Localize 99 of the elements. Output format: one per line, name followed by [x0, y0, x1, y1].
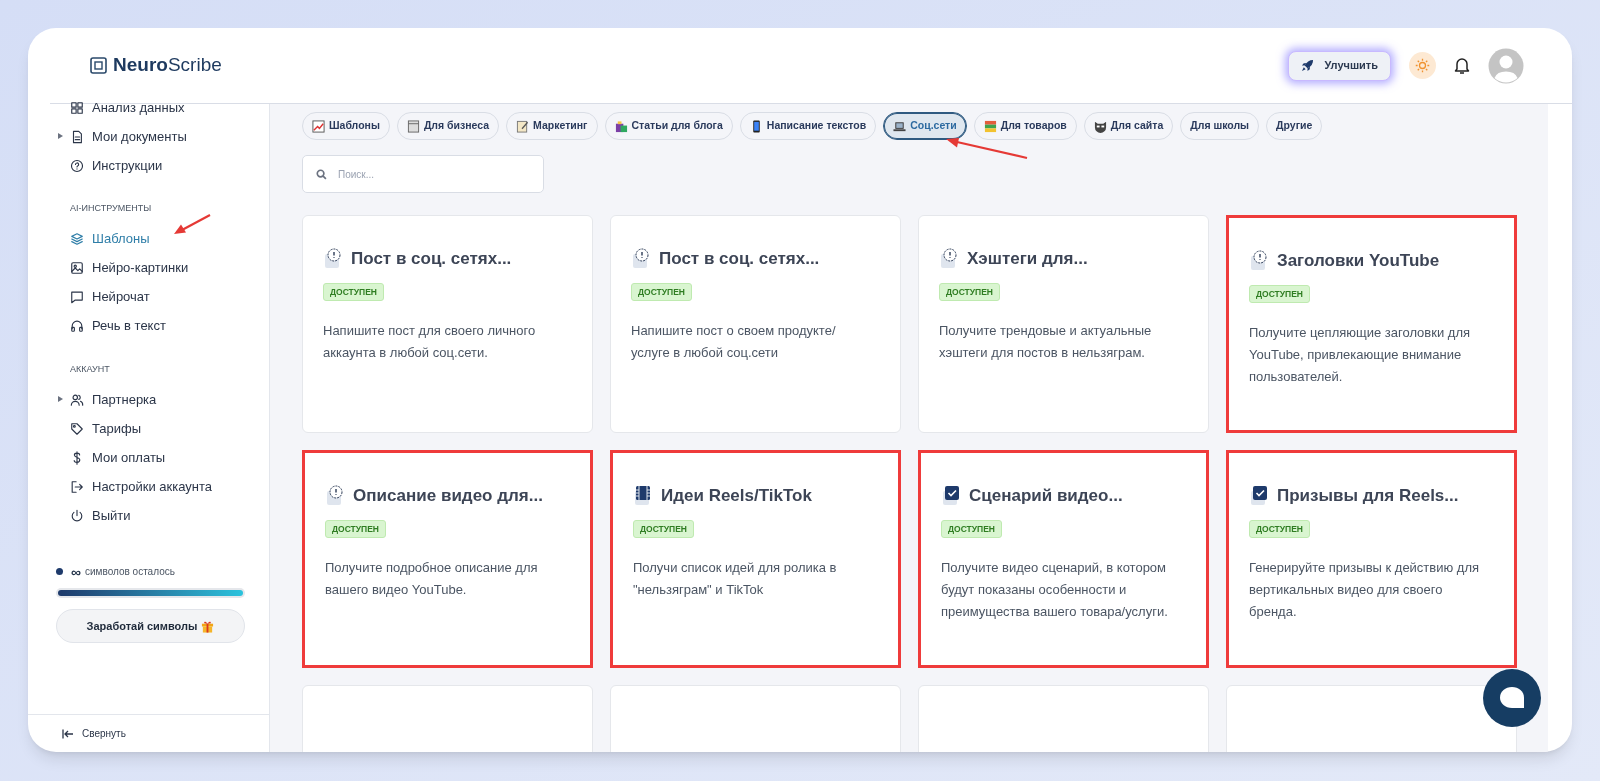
help-icon	[70, 158, 84, 173]
logo-icon	[90, 57, 107, 74]
card-title: Призывы для Reels...	[1277, 485, 1459, 507]
section-title: АККАУНТ	[69, 362, 110, 376]
sidebar-item[interactable]: Речь в текст	[68, 311, 251, 341]
category-tab[interactable]: Написание текстов	[739, 112, 877, 140]
memo-icon	[516, 119, 530, 133]
card-title: Хэштеги для...	[967, 248, 1088, 270]
card-description: Получите подробное описание для вашего видео YouTube.	[325, 558, 539, 599]
search-icon	[316, 169, 327, 180]
card-description: Напишите пост для своего личного аккаунта в любой соц.сети.	[323, 321, 537, 362]
status-badge: ДОСТУПЕН	[323, 282, 384, 302]
template-card[interactable]: Хэштеги для... ДОСТУПЕН Получите трендовые и актуальные хэштеги для постов в нельзяграм.	[918, 215, 1209, 433]
template-card[interactable]: Идеи Reels/TikTok ДОСТУПЕН Получи список идей для ролика в "нельзяграм" и TikTok	[610, 450, 901, 668]
category-tab[interactable]: Маркетинг	[506, 112, 598, 140]
tag-icon	[70, 421, 84, 436]
rocket-icon	[1301, 59, 1315, 72]
sidebar-item[interactable]: Мои оплаты	[68, 443, 251, 472]
alert-note-icon	[323, 248, 343, 270]
symbols-label: символов осталось	[85, 565, 175, 579]
status-badge: ДОСТУПЕН	[1249, 519, 1310, 539]
calendar-icon	[406, 119, 420, 133]
status-badge: ДОСТУПЕН	[633, 519, 694, 539]
category-tab[interactable]: Для школы	[1180, 112, 1260, 140]
image-icon	[70, 261, 84, 275]
category-tab[interactable]: Другие	[1266, 112, 1323, 140]
chat-bubble-icon	[1499, 686, 1525, 710]
search-field[interactable]: Поиск...	[302, 155, 544, 193]
card-title: Заголовки YouTube	[1277, 250, 1440, 272]
mask-icon	[1093, 119, 1107, 133]
card-title: Пост в соц. сетях...	[351, 248, 512, 270]
status-badge: ДОСТУПЕН	[325, 519, 386, 539]
alert-note-icon	[1249, 250, 1269, 272]
upgrade-button[interactable]: Улучшить	[1288, 50, 1391, 81]
category-tab[interactable]: Соц.сети	[883, 112, 967, 140]
status-badge: ДОСТУПЕН	[1249, 284, 1310, 304]
sidebar-item[interactable]: Тарифы	[68, 414, 251, 443]
alert-note-icon	[939, 248, 959, 270]
sidebar-item[interactable]: Партнерка	[68, 385, 251, 414]
books-icon	[983, 119, 997, 133]
category-tab[interactable]: Статьи для блога	[604, 112, 733, 140]
category-tab[interactable]: Для товаров	[973, 112, 1077, 140]
film-icon	[633, 485, 653, 507]
headphones-icon	[70, 319, 84, 333]
logo-text: NeuroScribe	[113, 53, 222, 78]
template-card[interactable]: Описание видео для... ДОСТУПЕН Получите подробное описание для вашего видео YouTube.	[302, 450, 593, 668]
status-badge: ДОСТУПЕН	[631, 282, 692, 302]
sidebar-item[interactable]: Выйти	[68, 501, 251, 530]
status-badge: ДОСТУПЕН	[939, 282, 1000, 302]
gift-icon	[201, 619, 215, 633]
template-card[interactable]: Сценарий видео... ДОСТУПЕН Получите видео сценарий, в котором будут показаны особенности и преимущества вашего товара/услуги.	[918, 450, 1209, 668]
collapse-icon	[62, 728, 74, 739]
arrow	[172, 213, 212, 237]
laptop-icon	[893, 119, 907, 133]
card-description: Генерируйте призывы к действию для вертикальных видео для своего бренда.	[1249, 558, 1481, 621]
sidebar-item[interactable]: Анализ данных	[68, 93, 251, 122]
status-badge: ДОСТУПЕН	[941, 519, 1002, 539]
template-card[interactable]: Пост в соц. сетях... ДОСТУПЕН Напишите пост о своем продукте/ услуге в любой соц.сети	[610, 215, 901, 433]
earn-symbols-button[interactable]: Заработай символы	[56, 609, 245, 643]
sidebar-item[interactable]: Шаблоны	[68, 224, 251, 254]
checkbox-icon	[1249, 485, 1269, 507]
grid-icon	[70, 100, 84, 115]
card-title: Идеи Reels/TikTok	[661, 485, 812, 507]
chat-icon	[70, 290, 84, 304]
power-icon	[70, 508, 84, 523]
alert-note-icon	[631, 248, 651, 270]
sidebar-item[interactable]: Нейро-картинки	[68, 253, 251, 283]
template-card[interactable]: Заголовки YouTube ДОСТУПЕН Получите цепляющие заголовки для YouTube, привлекающие внимание пользователей.	[1226, 215, 1517, 433]
collapse-button[interactable]: Свернуть	[62, 726, 126, 741]
sun-icon	[1415, 58, 1430, 73]
logout-icon	[70, 479, 84, 494]
alert-note-icon	[325, 485, 345, 507]
template-card[interactable]: Пост в соц. сетях... ДОСТУПЕН Напишите пост для своего личного аккаунта в любой соц.сети.	[302, 215, 593, 433]
card-description: Получите трендовые и актуальные хэштеги для постов в нельзяграм.	[939, 321, 1153, 362]
sidebar-item[interactable]: Инструкции	[68, 151, 251, 180]
card-title: Описание видео для...	[353, 485, 543, 507]
document-icon	[70, 129, 84, 144]
card-description: Получи список идей для ролика в "нельзяграм" и TikTok	[633, 558, 838, 599]
sidebar-item[interactable]: Нейрочат	[68, 282, 251, 312]
bell-icon[interactable]	[1454, 56, 1470, 75]
theme-toggle[interactable]	[1409, 52, 1436, 79]
section-title: AI-ИНСТРУМЕНТЫ	[69, 202, 152, 215]
symbols-count: ∞	[71, 564, 81, 579]
sidebar-item[interactable]: Настройки аккаунта	[68, 472, 251, 501]
card-title: Сценарий видео...	[969, 485, 1123, 507]
layers-icon	[70, 232, 84, 246]
checkbox-icon	[941, 485, 961, 507]
sidebar-item[interactable]: Мои документы	[68, 122, 251, 151]
card-description: Напишите пост о своем продукте/ услуге в любой соц.сети	[631, 321, 837, 362]
category-tab[interactable]: Для сайта	[1083, 112, 1174, 140]
card-description: Получите цепляющие заголовки для YouTube, привлекающие внимание пользователей.	[1249, 323, 1472, 386]
category-tab[interactable]: Для бизнеса	[396, 112, 500, 140]
template-card[interactable]: Призывы для Reels... ДОСТУПЕН Генерируйте призывы к действию для вертикальных видео для своего бренда.	[1226, 450, 1517, 668]
chart-icon	[312, 119, 325, 133]
category-tab[interactable]: Шаблоны	[302, 112, 390, 140]
card-description: Получите видео сценарий, в котором будут показаны особенности и преимущества вашего товара/услуги.	[941, 558, 1169, 621]
clipboard-icon	[614, 119, 628, 133]
card-title: Пост в соц. сетях...	[659, 248, 820, 270]
users-icon	[70, 392, 84, 407]
